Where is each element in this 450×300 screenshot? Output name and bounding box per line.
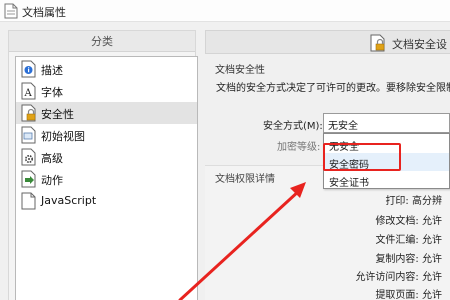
sidebar-item-action[interactable]: 动作	[16, 168, 197, 190]
sidebar-item-label: 动作	[41, 174, 63, 187]
window-title: 文档属性	[22, 6, 66, 19]
javascript-icon	[21, 192, 36, 210]
annotation-highlight-box	[323, 143, 401, 171]
sidebar-item-label: JavaScript	[41, 194, 97, 207]
action-icon	[21, 170, 36, 188]
sidebar-item-label: 高级	[41, 152, 63, 165]
permission-label: 修改文档:	[375, 216, 419, 227]
security-description: 文档的安全方式决定了可许可的更改。要移除安全限制,	[216, 83, 450, 94]
advanced-icon	[21, 148, 36, 166]
sidebar-item-initial-view[interactable]: 初始视图	[16, 124, 197, 146]
category-list[interactable]: 描述 A 字体 安全性 初始视图 高级 动作 JavaScript	[15, 56, 198, 300]
security-method-select[interactable]: 无安全	[323, 113, 450, 133]
category-panel: 分类 描述 A 字体 安全性 初始视图 高级 动作 JavaScript	[8, 30, 198, 300]
category-header: 分类	[9, 31, 195, 52]
permission-row-extract: 提取页面: 允许	[375, 286, 442, 300]
sidebar-item-description[interactable]: 描述	[16, 58, 197, 80]
security-icon	[21, 104, 36, 122]
permission-row-access: 允许访问内容: 允许	[355, 268, 442, 283]
sidebar-item-label: 安全性	[41, 108, 74, 121]
document-icon	[4, 3, 18, 19]
permission-label: 文件汇编:	[375, 235, 419, 246]
permission-value: 允许	[422, 235, 442, 246]
section-title: 文档权限详情	[215, 174, 275, 185]
encryption-level-label: 加密等级:	[277, 142, 321, 153]
permission-value: 允许	[422, 216, 442, 227]
sidebar-item-security[interactable]: 安全性	[16, 102, 197, 124]
svg-text:A: A	[24, 88, 33, 99]
security-method-label: 安全方式(M):	[263, 121, 323, 132]
info-icon	[21, 60, 36, 78]
security-header: 文档安全设	[205, 30, 450, 54]
permission-value: 高分辨	[412, 196, 442, 207]
permission-label: 复制内容:	[375, 254, 419, 265]
page-title: 文档安全设	[392, 38, 447, 51]
sidebar-item-label: 描述	[41, 64, 63, 77]
permission-label: 打印:	[385, 196, 409, 207]
sidebar-item-javascript[interactable]: JavaScript	[16, 190, 197, 212]
sidebar-item-advanced[interactable]: 高级	[16, 146, 197, 168]
sidebar-item-label: 初始视图	[41, 130, 85, 143]
font-icon: A	[21, 82, 36, 100]
permission-row-copy: 复制内容: 允许	[375, 250, 442, 265]
permission-row-print: 打印: 高分辨	[385, 192, 442, 207]
sidebar-item-font[interactable]: A 字体	[16, 80, 197, 102]
permission-label: 允许访问内容:	[355, 272, 419, 283]
permission-value: 允许	[422, 290, 442, 300]
section-title: 文档安全性	[215, 65, 265, 76]
permission-row-assemble: 文件汇编: 允许	[375, 231, 442, 246]
title-bar: 文档属性	[0, 0, 450, 22]
permission-value: 允许	[422, 272, 442, 283]
initial-view-icon	[21, 126, 36, 144]
permission-label: 提取页面:	[375, 290, 419, 300]
permission-row-modify: 修改文档: 允许	[375, 212, 442, 227]
sidebar-item-label: 字体	[41, 86, 63, 99]
security-method-value: 无安全	[328, 121, 358, 132]
security-icon	[370, 34, 385, 52]
permission-value: 允许	[422, 254, 442, 265]
dropdown-option-certificate[interactable]: 安全证书	[324, 171, 449, 189]
